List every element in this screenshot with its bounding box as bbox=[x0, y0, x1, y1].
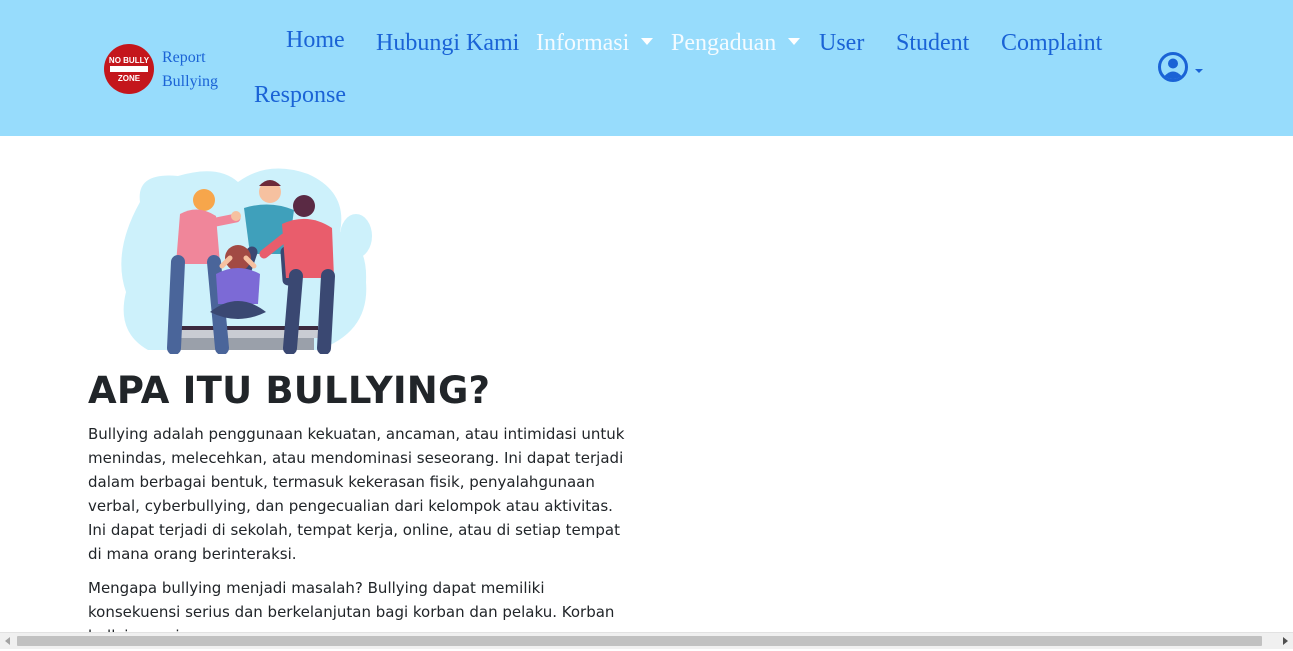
navbar: NO BULLY ZONE Report Bullying Home Hubun… bbox=[0, 0, 1293, 136]
nav-student[interactable]: Student bbox=[896, 28, 969, 58]
brand-link[interactable]: NO BULLY ZONE Report Bullying bbox=[104, 44, 234, 94]
article-paragraph-1: Bullying adalah penggunaan kekuatan, anc… bbox=[88, 425, 625, 563]
brand-name: Report Bullying bbox=[162, 46, 218, 94]
article-content: APA ITU BULLYING? Bullying adalah penggu… bbox=[88, 368, 628, 648]
scroll-left-arrow-icon[interactable] bbox=[5, 637, 10, 645]
brand-line-2: Bullying bbox=[162, 73, 219, 90]
nav-hubungi-kami[interactable]: Hubungi Kami bbox=[376, 28, 519, 58]
caret-down-icon bbox=[1195, 69, 1203, 73]
nav-complaint[interactable]: Complaint bbox=[1001, 28, 1102, 58]
horizontal-scrollbar[interactable] bbox=[0, 632, 1293, 649]
logo-bar bbox=[110, 66, 148, 72]
bullying-illustration bbox=[118, 162, 376, 355]
nav-pengaduan-dropdown[interactable]: Pengaduan bbox=[671, 28, 801, 58]
chevron-down-icon bbox=[788, 37, 801, 45]
scrollbar-thumb[interactable] bbox=[17, 636, 1262, 646]
nav-response[interactable]: Response bbox=[254, 80, 346, 110]
nav-user[interactable]: User bbox=[819, 28, 864, 58]
page-title: APA ITU BULLYING? bbox=[88, 369, 491, 412]
nav-pengaduan-label: Pengaduan bbox=[671, 30, 777, 56]
chevron-down-icon bbox=[641, 37, 654, 45]
logo-text-top: NO BULLY bbox=[108, 56, 150, 65]
nav-informasi-dropdown[interactable]: Informasi bbox=[536, 28, 654, 58]
nav-home[interactable]: Home bbox=[286, 25, 345, 55]
brand-line-1: Report bbox=[162, 49, 206, 66]
nav-informasi-label: Informasi bbox=[536, 30, 630, 56]
scroll-right-arrow-icon[interactable] bbox=[1283, 637, 1288, 645]
user-account-dropdown[interactable] bbox=[1157, 51, 1207, 83]
user-circle-icon bbox=[1158, 52, 1188, 82]
no-bully-zone-logo: NO BULLY ZONE bbox=[104, 44, 154, 94]
logo-text-bottom: ZONE bbox=[117, 74, 141, 83]
